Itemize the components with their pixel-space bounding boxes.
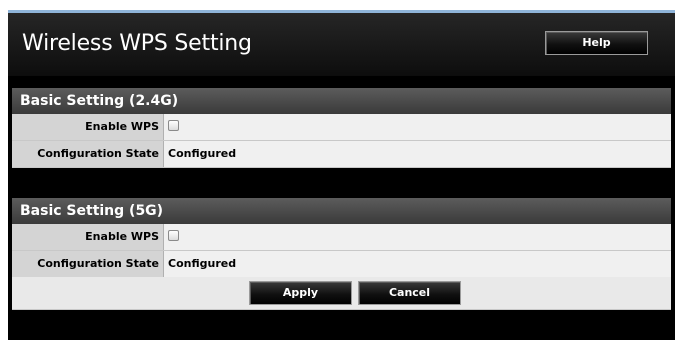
enable-wps-cell-24g <box>164 114 671 140</box>
configuration-state-row-24g: Configuration State Configured <box>12 141 671 168</box>
enable-wps-row-24g: Enable WPS <box>12 114 671 141</box>
help-button[interactable]: Help <box>545 31 648 55</box>
configuration-state-value-24g: Configured <box>164 141 671 167</box>
enable-wps-label-5g: Enable WPS <box>12 224 164 250</box>
configuration-state-label-24g: Configuration State <box>12 141 164 167</box>
section-title-24g: Basic Setting (2.4G) <box>12 88 671 114</box>
page-header: Wireless WPS Setting Help <box>8 13 675 76</box>
section-basic-setting-24g: Basic Setting (2.4G) Enable WPS Configur… <box>12 88 671 168</box>
enable-wps-row-5g: Enable WPS <box>12 224 671 251</box>
wps-settings-panel: Wireless WPS Setting Help Basic Setting … <box>8 10 675 340</box>
enable-wps-cell-5g <box>164 224 671 250</box>
enable-wps-checkbox-5g[interactable] <box>168 230 179 241</box>
enable-wps-label-24g: Enable WPS <box>12 114 164 140</box>
configuration-state-row-5g: Configuration State Configured <box>12 251 671 278</box>
configuration-state-value-5g: Configured <box>164 251 671 277</box>
section-title-5g: Basic Setting (5G) <box>12 198 671 224</box>
page-title: Wireless WPS Setting <box>22 31 252 56</box>
action-buttons-row: Apply Cancel <box>12 277 671 310</box>
section-basic-setting-5g: Basic Setting (5G) Enable WPS Configurat… <box>12 198 671 278</box>
enable-wps-checkbox-24g[interactable] <box>168 120 179 131</box>
cancel-button[interactable]: Cancel <box>358 281 461 305</box>
configuration-state-label-5g: Configuration State <box>12 251 164 277</box>
apply-button[interactable]: Apply <box>249 281 352 305</box>
